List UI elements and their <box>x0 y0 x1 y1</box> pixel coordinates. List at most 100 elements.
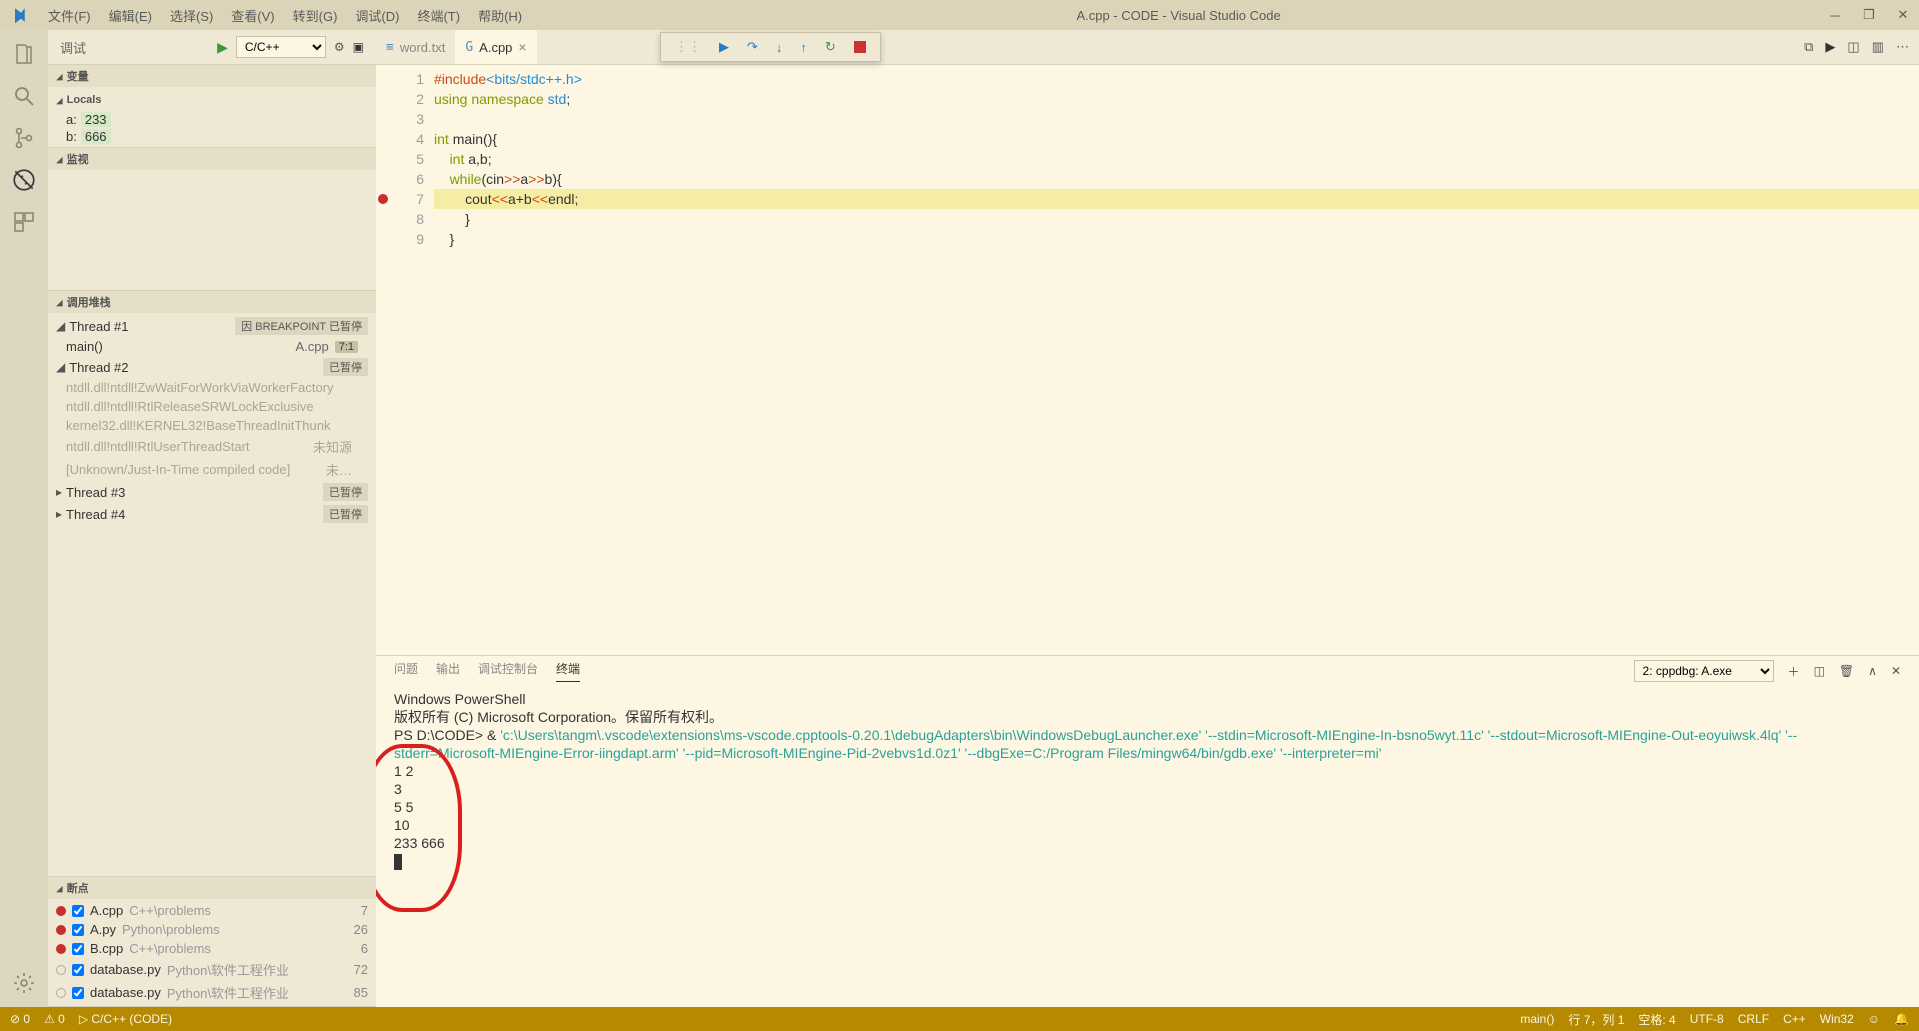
stack-frame[interactable]: main()A.cpp7:1 <box>48 337 376 356</box>
panel-tab[interactable]: 终端 <box>556 660 580 682</box>
editor-area: ≡word.txtGA.cpp× ⧉ ▶ ◫ ▥ ⋯ ⋮⋮ ▶ ↷ ↓ ↑ ↻ … <box>376 30 1919 1007</box>
settings-gear-icon[interactable] <box>10 969 38 997</box>
status-item[interactable]: C++ <box>1783 1011 1806 1028</box>
breakpoint-row[interactable]: database.pyPython\软件工程作业85 <box>48 981 376 1004</box>
variable-row[interactable]: a: 233 <box>48 111 376 128</box>
terminal[interactable]: Windows PowerShell版权所有 (C) Microsoft Cor… <box>376 686 1919 1007</box>
menu-item[interactable]: 调试(D) <box>347 2 407 29</box>
breakpoint-dot-icon <box>56 944 66 954</box>
breakpoint-row[interactable]: A.pyPython\problems26 <box>48 920 376 939</box>
source-control-icon[interactable] <box>10 124 38 152</box>
close-panel-icon[interactable]: ✕ <box>1891 664 1901 678</box>
terminal-line: 10 <box>394 816 1901 834</box>
menu-item[interactable]: 编辑(E) <box>101 2 160 29</box>
breakpoint-checkbox[interactable] <box>72 905 84 917</box>
continue-icon[interactable]: ▶ <box>719 39 729 55</box>
debug-config-select[interactable]: C/C++ <box>236 36 326 58</box>
maximize-panel-icon[interactable]: ∧ <box>1868 664 1877 678</box>
more-icon[interactable]: ⋯ <box>1896 39 1909 55</box>
extensions-icon[interactable] <box>10 208 38 236</box>
restart-icon[interactable]: ↻ <box>825 39 836 55</box>
status-item[interactable]: 🔔 <box>1894 1011 1909 1028</box>
status-item[interactable]: ⊘ 0 <box>10 1012 30 1026</box>
menu-item[interactable]: 终端(T) <box>409 2 468 29</box>
split-editor-icon[interactable]: ◫ <box>1847 39 1859 55</box>
window-controls: ─ ❐ ✕ <box>1827 7 1911 23</box>
breakpoint-row[interactable]: database.pyPython\软件工程作业72 <box>48 958 376 981</box>
status-item[interactable]: UTF-8 <box>1690 1011 1724 1028</box>
compare-icon[interactable]: ⧉ <box>1804 39 1813 55</box>
breakpoint-checkbox[interactable] <box>72 924 84 936</box>
search-icon[interactable] <box>10 82 38 110</box>
stack-frame[interactable]: kernel32.dll!KERNEL32!BaseThreadInitThun… <box>48 416 376 435</box>
status-item[interactable]: Win32 <box>1820 1011 1854 1028</box>
variables-header[interactable]: ◢变量 <box>48 65 376 87</box>
callstack-header[interactable]: ◢调用堆栈 <box>48 291 376 313</box>
step-into-icon[interactable]: ↓ <box>776 40 783 55</box>
stack-frame[interactable]: [Unknown/Just-In-Time compiled code]未… <box>48 458 376 481</box>
drag-handle-icon[interactable]: ⋮⋮ <box>675 39 701 55</box>
variable-row[interactable]: b: 666 <box>48 128 376 145</box>
kill-terminal-icon[interactable]: 🗑 <box>1839 664 1854 678</box>
debug-console-icon[interactable]: ▣ <box>353 40 364 54</box>
status-item[interactable]: 行 7，列 1 <box>1568 1011 1624 1028</box>
panel-tab[interactable]: 调试控制台 <box>478 660 538 682</box>
stack-frame[interactable]: ntdll.dll!ntdll!ZwWaitForWorkViaWorkerFa… <box>48 378 376 397</box>
panel-tab[interactable]: 输出 <box>436 660 460 682</box>
editor-tabs: ≡word.txtGA.cpp× ⧉ ▶ ◫ ▥ ⋯ <box>376 30 1919 65</box>
breakpoint-row[interactable]: B.cppC++\problems6 <box>48 939 376 958</box>
stack-frame[interactable]: ntdll.dll!ntdll!RtlUserThreadStart未知源 <box>48 435 376 458</box>
code-editor[interactable]: 123456789 #include<bits/stdc++.h>using n… <box>376 65 1919 655</box>
maximize-icon[interactable]: ❐ <box>1861 7 1877 23</box>
terminal-select[interactable]: 2: cppdbg: A.exe <box>1634 660 1774 682</box>
thread-header[interactable]: ◢Thread #1因 BREAKPOINT 已暂停 <box>48 315 376 337</box>
breakpoint-glyph-icon[interactable] <box>378 194 388 204</box>
menu-item[interactable]: 文件(F) <box>40 2 99 29</box>
debug-toolbar[interactable]: ⋮⋮ ▶ ↷ ↓ ↑ ↻ <box>660 32 881 62</box>
breakpoint-row[interactable]: A.cppC++\problems7 <box>48 901 376 920</box>
status-item[interactable]: ⚠ 0 <box>44 1012 65 1026</box>
thread-header[interactable]: ▸Thread #3已暂停 <box>48 481 376 503</box>
minimize-icon[interactable]: ─ <box>1827 7 1843 23</box>
explorer-icon[interactable] <box>10 40 38 68</box>
status-item[interactable]: ☺ <box>1868 1011 1880 1028</box>
breakpoint-dot-icon <box>56 988 66 998</box>
menu-item[interactable]: 选择(S) <box>162 2 221 29</box>
breakpoint-dot-icon <box>56 906 66 916</box>
split-terminal-icon[interactable]: ◫ <box>1814 664 1825 678</box>
start-debug-icon[interactable]: ▶ <box>217 39 228 56</box>
watch-header[interactable]: ◢监视 <box>48 148 376 170</box>
config-gear-icon[interactable]: ⚙ <box>334 40 345 54</box>
breakpoint-checkbox[interactable] <box>72 964 84 976</box>
breakpoints-header[interactable]: ◢断点 <box>48 877 376 899</box>
editor-tab[interactable]: ≡word.txt <box>376 30 455 64</box>
step-out-icon[interactable]: ↑ <box>800 40 807 55</box>
status-item[interactable]: ▷ C/C++ (CODE) <box>79 1012 172 1026</box>
stop-icon[interactable] <box>854 41 866 53</box>
layout-icon[interactable]: ▥ <box>1872 39 1884 55</box>
editor-tab[interactable]: GA.cpp× <box>455 30 536 64</box>
debug-icon[interactable] <box>10 166 38 194</box>
terminal-cursor <box>394 854 402 870</box>
close-icon[interactable]: ✕ <box>1895 7 1911 23</box>
terminal-line: Windows PowerShell <box>394 690 1901 708</box>
status-item[interactable]: main() <box>1520 1011 1554 1028</box>
locals-header[interactable]: ◢Locals <box>48 89 376 111</box>
breakpoint-checkbox[interactable] <box>72 943 84 955</box>
stack-frame[interactable]: ntdll.dll!ntdll!RtlReleaseSRWLockExclusi… <box>48 397 376 416</box>
menu-item[interactable]: 查看(V) <box>223 2 282 29</box>
menu-item[interactable]: 帮助(H) <box>470 2 530 29</box>
run-icon[interactable]: ▶ <box>1825 39 1835 55</box>
thread-header[interactable]: ▸Thread #4已暂停 <box>48 503 376 525</box>
close-tab-icon[interactable]: × <box>518 39 526 55</box>
menu-item[interactable]: 转到(G) <box>285 2 346 29</box>
minimap[interactable] <box>1839 69 1919 189</box>
status-item[interactable]: 空格: 4 <box>1638 1011 1675 1028</box>
thread-header[interactable]: ◢Thread #2已暂停 <box>48 356 376 378</box>
panel-tab[interactable]: 问题 <box>394 660 418 682</box>
step-over-icon[interactable]: ↷ <box>747 39 758 55</box>
status-item[interactable]: CRLF <box>1738 1011 1769 1028</box>
breakpoint-checkbox[interactable] <box>72 987 84 999</box>
new-terminal-icon[interactable]: ＋ <box>1788 663 1800 680</box>
terminal-line: 3 <box>394 780 1901 798</box>
